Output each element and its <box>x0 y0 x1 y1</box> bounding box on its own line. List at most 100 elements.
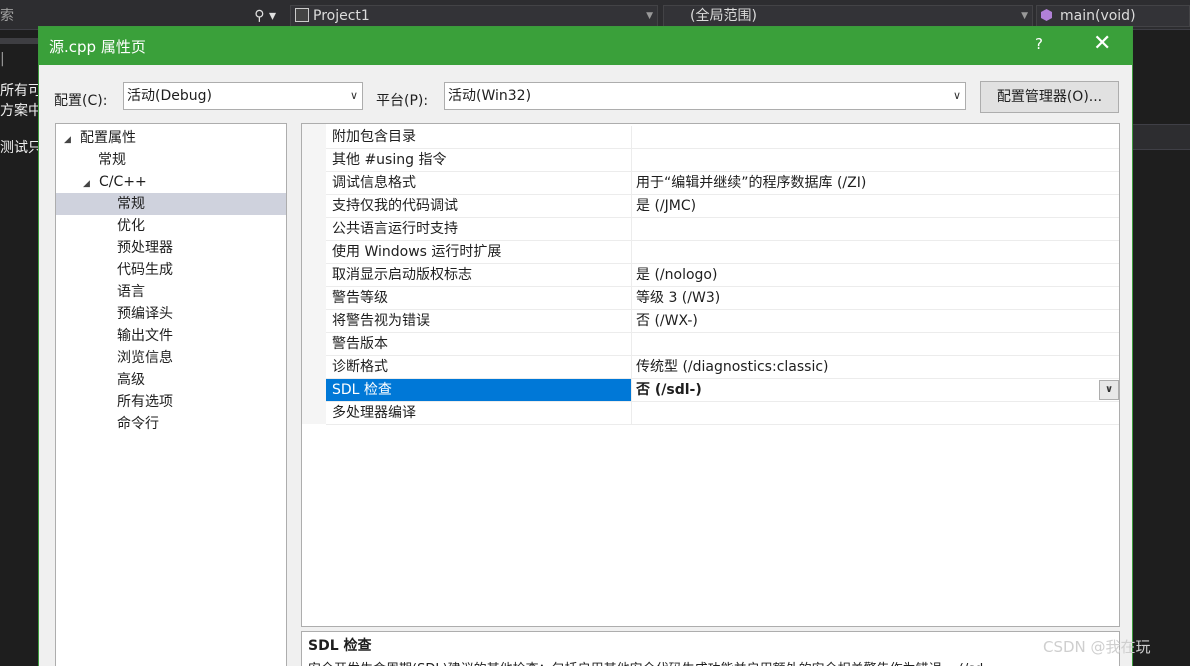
tree-item-language[interactable]: 语言 <box>56 281 286 303</box>
scope-combo-label: (全局范围) <box>690 8 757 24</box>
property-tree: ◢ 配置属性 常规 ◢ C/C++ 常规 优化 预处理器 代码生成 语言 预编译头 … <box>55 123 287 666</box>
property-name: 调试信息格式 <box>326 172 632 194</box>
tree-item-optimization[interactable]: 优化 <box>56 215 286 237</box>
tree-item-all-options[interactable]: 所有选项 <box>56 391 286 413</box>
property-pages-dialog: 源.cpp 属性页 ? ✕ 配置(C): 活动(Debug) ∨ 平台(P): … <box>38 26 1133 666</box>
config-select[interactable]: 活动(Debug) ∨ <box>123 82 363 110</box>
chevron-down-icon: ∨ <box>952 89 961 102</box>
scope-combo[interactable]: (全局范围) ▼ <box>663 5 1033 27</box>
description-panel: SDL 检查 安全开发生命周期(SDL)建议的其他检查；包括启用其他安全代码生成… <box>301 631 1120 666</box>
platform-label: 平台(P): <box>376 93 429 109</box>
property-row[interactable]: 支持仅我的代码调试是 (/JMC) <box>326 195 1119 218</box>
property-name: 使用 Windows 运行时扩展 <box>326 241 632 263</box>
property-name: 将警告视为错误 <box>326 310 632 332</box>
tree-item-label: 高级 <box>117 372 145 388</box>
tree-item-config-properties[interactable]: ◢ 配置属性 <box>56 127 286 149</box>
property-row[interactable]: 取消显示启动版权标志是 (/nologo) <box>326 264 1119 287</box>
property-row[interactable]: 调试信息格式 用于“编辑并继续”的程序数据库 (/ZI) <box>326 172 1119 195</box>
property-row[interactable]: 诊断格式 传统型 (/diagnostics:classic) <box>326 356 1119 379</box>
ide-side-line: 所有可 <box>0 83 42 99</box>
config-manager-button[interactable]: 配置管理器(O)... <box>980 81 1119 113</box>
property-name: SDL 检查 <box>326 379 632 401</box>
watermark: CSDN @我在玩 <box>1043 638 1151 656</box>
property-value[interactable] <box>632 218 1119 240</box>
property-value[interactable]: 否 (/sdl-) ∨ <box>632 379 1119 401</box>
property-row[interactable]: 警告版本 <box>326 333 1119 356</box>
tree-item-label: 代码生成 <box>117 262 173 278</box>
property-value[interactable] <box>632 126 1119 148</box>
expander-icon[interactable]: ◢ <box>64 129 74 151</box>
property-value[interactable] <box>632 402 1119 424</box>
chevron-down-icon: ∨ <box>349 89 358 102</box>
tree-item-label: 配置属性 <box>80 130 136 146</box>
property-row[interactable]: 多处理器编译 <box>326 402 1119 425</box>
tree-item-command-line[interactable]: 命令行 <box>56 413 286 435</box>
tree-item-label: C/C++ <box>99 174 147 190</box>
description-text: 安全开发生命周期(SDL)建议的其他检查；包括启用其他安全代码生成功能并启用额外… <box>308 658 983 666</box>
project-combo[interactable]: Project1 ▼ <box>290 5 658 27</box>
property-value[interactable]: 用于“编辑并继续”的程序数据库 (/ZI) <box>632 172 1119 194</box>
platform-select[interactable]: 活动(Win32) ∨ <box>444 82 966 110</box>
property-row[interactable]: 将警告视为错误否 (/WX-) <box>326 310 1119 333</box>
expander-icon[interactable]: ◢ <box>83 173 93 195</box>
tree-item-label: 浏览信息 <box>117 350 173 366</box>
property-row[interactable]: 使用 Windows 运行时扩展 <box>326 241 1119 264</box>
function-combo-label: main(void) <box>1060 8 1136 24</box>
property-name: 其他 #using 指令 <box>326 149 632 171</box>
tree-item-browse-info[interactable]: 浏览信息 <box>56 347 286 369</box>
search-icon[interactable]: ⚲ ▾ <box>254 4 276 28</box>
config-select-value: 活动(Debug) <box>127 88 212 104</box>
property-row[interactable]: 公共语言运行时支持 <box>326 218 1119 241</box>
project-icon <box>295 8 309 22</box>
tree-item-label: 常规 <box>98 152 126 168</box>
grid-gutter <box>302 124 326 424</box>
ide-side-tabstrip <box>0 38 40 44</box>
property-name: 警告等级 <box>326 287 632 309</box>
property-value[interactable]: 是 (/nologo) <box>632 264 1119 286</box>
tree-item-cpp-general[interactable]: 常规 <box>56 193 286 215</box>
property-row[interactable]: 警告等级 等级 3 (/W3) <box>326 287 1119 310</box>
property-value[interactable]: 是 (/JMC) <box>632 195 1119 217</box>
property-name: 附加包含目录 <box>326 126 632 148</box>
tree-item-label: 所有选项 <box>117 394 173 410</box>
property-value[interactable]: 否 (/WX-) <box>632 310 1119 332</box>
property-value[interactable] <box>632 241 1119 263</box>
tree-item-label: 优化 <box>117 218 145 234</box>
tree-item-label: 预编译头 <box>117 306 173 322</box>
ide-side-line: 测试只 <box>0 140 42 156</box>
ide-search-text: 索 <box>0 8 14 24</box>
close-icon[interactable]: ✕ <box>1093 31 1111 56</box>
property-name: 公共语言运行时支持 <box>326 218 632 240</box>
function-combo[interactable]: main(void) <box>1036 5 1190 27</box>
tree-item-label: 常规 <box>117 196 145 212</box>
property-value[interactable]: 等级 3 (/W3) <box>632 287 1119 309</box>
tree-item-label: 输出文件 <box>117 328 173 344</box>
dropdown-arrow-icon[interactable]: ∨ <box>1099 380 1119 400</box>
tree-item-label: 预处理器 <box>117 240 173 256</box>
chevron-down-icon: ▼ <box>646 11 653 21</box>
chevron-down-icon: ▼ <box>1021 11 1028 21</box>
property-row-selected[interactable]: SDL 检查否 (/sdl-) ∨ <box>326 379 1119 402</box>
property-row[interactable]: 附加包含目录 <box>326 126 1119 149</box>
tree-item-label: 语言 <box>117 284 145 300</box>
tree-item-advanced[interactable]: 高级 <box>56 369 286 391</box>
tree-item-output-files[interactable]: 输出文件 <box>56 325 286 347</box>
ide-side-line: 方案中 <box>0 103 42 119</box>
help-icon[interactable]: ? <box>1035 35 1043 53</box>
project-combo-label: Project1 <box>313 8 370 24</box>
property-value[interactable] <box>632 149 1119 171</box>
property-value[interactable] <box>632 333 1119 355</box>
ide-search-box[interactable]: 索 ⚲ ▾ <box>0 4 280 28</box>
property-name: 取消显示启动版权标志 <box>326 264 632 286</box>
tree-item-cpp[interactable]: ◢ C/C++ <box>56 171 286 193</box>
tree-item-precompiled-headers[interactable]: 预编译头 <box>56 303 286 325</box>
property-row[interactable]: 其他 #using 指令 <box>326 149 1119 172</box>
property-grid: 附加包含目录 其他 #using 指令 调试信息格式 用于“编辑并继续”的程序数据… <box>301 123 1120 627</box>
tree-item-general[interactable]: 常规 <box>56 149 286 171</box>
function-icon <box>1041 9 1052 21</box>
tree-item-preprocessor[interactable]: 预处理器 <box>56 237 286 259</box>
property-value[interactable]: 传统型 (/diagnostics:classic) <box>632 356 1119 378</box>
tree-item-code-generation[interactable]: 代码生成 <box>56 259 286 281</box>
ide-right-panel <box>1133 124 1190 150</box>
property-name: 多处理器编译 <box>326 402 632 424</box>
